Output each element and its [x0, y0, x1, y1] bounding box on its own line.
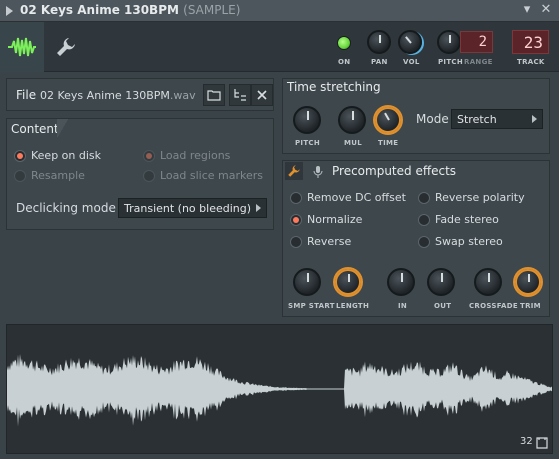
waveform-graphic [7, 354, 552, 427]
swap-stereo-radio[interactable] [418, 236, 430, 248]
precomputed-tool-button[interactable] [285, 162, 303, 180]
stretch-time-label: TIME [378, 139, 399, 147]
trim-label: TRIM [520, 302, 541, 310]
reverse-polarity-radio[interactable] [418, 192, 430, 204]
file-extension: .wav [169, 89, 196, 102]
pitch-range-display[interactable]: 2 [460, 31, 493, 53]
sample-start-knob[interactable] [293, 268, 321, 296]
on-label: ON [338, 58, 351, 66]
fade-out-label: OUT [434, 302, 452, 310]
load-slice-markers-label: Load slice markers [160, 169, 264, 182]
tab-tools[interactable] [44, 22, 88, 72]
time-stretching-heading: Time stretching [287, 80, 381, 94]
stretch-mul-knob[interactable] [338, 106, 366, 134]
toolbar: ON PAN VOL PITCH 2 RANGE 23 TRACK [0, 22, 559, 72]
title-bar: 02 Keys Anime 130BPM (SAMPLE) ▾ ✕ [0, 0, 559, 22]
remove-dc-offset-radio[interactable] [290, 192, 302, 204]
fade-in-knob[interactable] [387, 268, 415, 296]
chevron-right-icon [256, 204, 261, 212]
stretch-pitch-knob[interactable] [293, 106, 321, 134]
waveform-shape [7, 354, 552, 427]
tab-sample-settings[interactable] [0, 22, 44, 72]
window-title: 02 Keys Anime 130BPM (SAMPLE) [20, 3, 240, 17]
reverse-polarity-label: Reverse polarity [435, 191, 525, 204]
swap-stereo-label: Swap stereo [435, 235, 503, 248]
wrench-icon [57, 38, 75, 56]
chevron-right-icon [532, 115, 537, 123]
mode-label: Mode [416, 112, 449, 126]
stretch-pitch-label: PITCH [295, 139, 321, 147]
length-knob[interactable] [335, 269, 361, 295]
time-stretching-panel: Time stretching PITCH MUL TIME Mode Stre… [282, 78, 550, 154]
declicking-mode-select[interactable]: Transient (no bleeding) [118, 198, 267, 218]
microphone-icon[interactable] [313, 165, 323, 179]
track-label: TRACK [517, 58, 545, 66]
stretch-mode-select[interactable]: Stretch [451, 109, 543, 129]
pan-knob[interactable] [367, 30, 391, 54]
close-icon [257, 90, 267, 100]
crossfade-knob[interactable] [474, 268, 502, 296]
load-regions-label: Load regions [160, 149, 231, 162]
vol-label: VOL [403, 58, 420, 66]
waveform-icon [8, 37, 36, 57]
crossfade-label: CROSSFADE [469, 302, 518, 310]
range-label: RANGE [464, 58, 493, 66]
close-file-button[interactable] [251, 84, 273, 106]
stretch-time-knob[interactable] [375, 107, 401, 133]
channel-arrow-icon[interactable] [6, 6, 13, 16]
tree-locate-icon [234, 89, 246, 101]
trim-knob[interactable] [515, 269, 541, 295]
load-slice-markers-radio[interactable] [143, 170, 155, 182]
volume-knob[interactable] [398, 30, 422, 54]
fade-stereo-label: Fade stereo [435, 213, 499, 226]
close-icon[interactable]: ✕ [538, 2, 554, 18]
window-menu-icon[interactable]: ▾ [519, 2, 535, 18]
file-name: 02 Keys Anime 130BPM.wav [40, 89, 196, 102]
content-panel: Content Keep on disk Resample Load regio… [6, 118, 274, 230]
fade-stereo-radio[interactable] [418, 214, 430, 226]
file-label: File [16, 88, 37, 102]
normalize-radio[interactable] [290, 214, 302, 226]
resample-label: Resample [31, 169, 85, 182]
stretch-mode-value: Stretch [457, 113, 497, 126]
sample-tag: (SAMPLE) [183, 3, 241, 17]
pan-label: PAN [371, 58, 388, 66]
fade-out-knob[interactable] [427, 268, 455, 296]
load-regions-radio[interactable] [143, 150, 155, 162]
keep-on-disk-label: Keep on disk [31, 149, 102, 162]
folder-icon [207, 90, 221, 101]
pitch-label: PITCH [438, 58, 464, 66]
fade-in-label: IN [398, 302, 408, 310]
sample-start-label: SMP START [288, 302, 335, 310]
declicking-mode-label: Declicking mode [16, 201, 116, 215]
file-panel: File 02 Keys Anime 130BPM.wav [6, 78, 274, 111]
remove-dc-offset-label: Remove DC offset [307, 191, 406, 204]
reverse-label: Reverse [307, 235, 352, 248]
precomputed-effects-panel: Precomputed effects Remove DC offset Nor… [282, 160, 550, 317]
precomputed-effects-heading: Precomputed effects [332, 164, 457, 178]
reverse-radio[interactable] [290, 236, 302, 248]
stretch-mul-label: MUL [344, 139, 363, 147]
zoom-icon[interactable] [536, 437, 548, 449]
sample-name: 02 Keys Anime 130BPM [20, 3, 179, 17]
waveform-display[interactable]: 32 [6, 324, 553, 454]
normalize-label: Normalize [307, 213, 363, 226]
length-label: LENGTH [336, 302, 370, 310]
keep-on-disk-radio[interactable] [14, 150, 26, 162]
declicking-mode-value: Transient (no bleeding) [124, 202, 252, 215]
locate-file-button[interactable] [229, 84, 251, 106]
channel-on-led[interactable] [337, 36, 351, 50]
pitch-knob[interactable] [437, 30, 461, 54]
open-file-button[interactable] [203, 84, 225, 106]
mixer-track-display[interactable]: 23 [512, 30, 549, 54]
wrench-icon [288, 165, 300, 177]
content-heading: Content [11, 122, 59, 136]
zoom-value: 32 [520, 436, 533, 447]
file-base-name: 02 Keys Anime 130BPM [40, 89, 170, 102]
resample-radio[interactable] [14, 170, 26, 182]
